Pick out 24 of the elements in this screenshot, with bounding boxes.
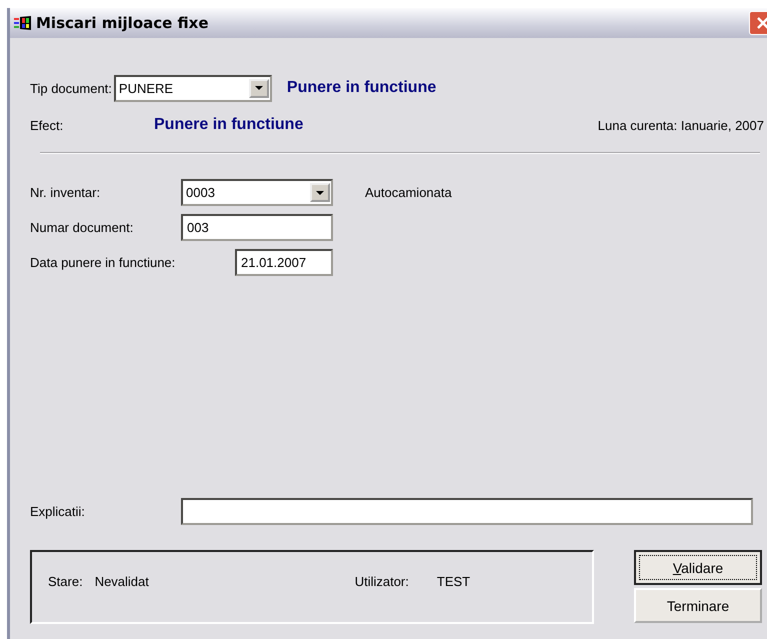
document-number-field[interactable]: 003: [181, 214, 333, 241]
field-label: Efect:: [30, 118, 64, 132]
field-label: Explicatii:: [30, 504, 86, 519]
user-value: TEST: [436, 574, 470, 589]
field-label: Nr. inventar:: [30, 185, 102, 200]
app-icon: [14, 15, 32, 31]
dialog-button[interactable]: Terminare: [634, 588, 762, 623]
explanation-field[interactable]: [181, 498, 753, 525]
window-title: Miscari mijloace fixe: [36, 14, 209, 32]
effect-value: Punere in functiune: [154, 116, 304, 134]
status-value: Nevalidat: [94, 574, 150, 589]
status-label: Stare:: [48, 574, 83, 589]
dialog-button[interactable]: Validare: [634, 550, 762, 585]
document-type-description: Punere in functiune: [286, 79, 436, 97]
field-label: Tip document:: [30, 80, 112, 96]
current-month-text: Luna curenta: Ianuarie, 2007: [598, 118, 764, 132]
field-label: Numar document:: [30, 220, 134, 235]
document-type-dropdown[interactable]: PUNERE: [114, 74, 272, 102]
close-icon: [756, 16, 767, 30]
inventory-dropdown[interactable]: 0003: [181, 179, 333, 206]
asset-name: Autocamionata: [365, 185, 452, 200]
field-label: Data punere in functiune:: [30, 255, 176, 270]
user-label: Utilizator:: [354, 574, 409, 589]
date-field[interactable]: 21.01.2007: [235, 249, 333, 276]
